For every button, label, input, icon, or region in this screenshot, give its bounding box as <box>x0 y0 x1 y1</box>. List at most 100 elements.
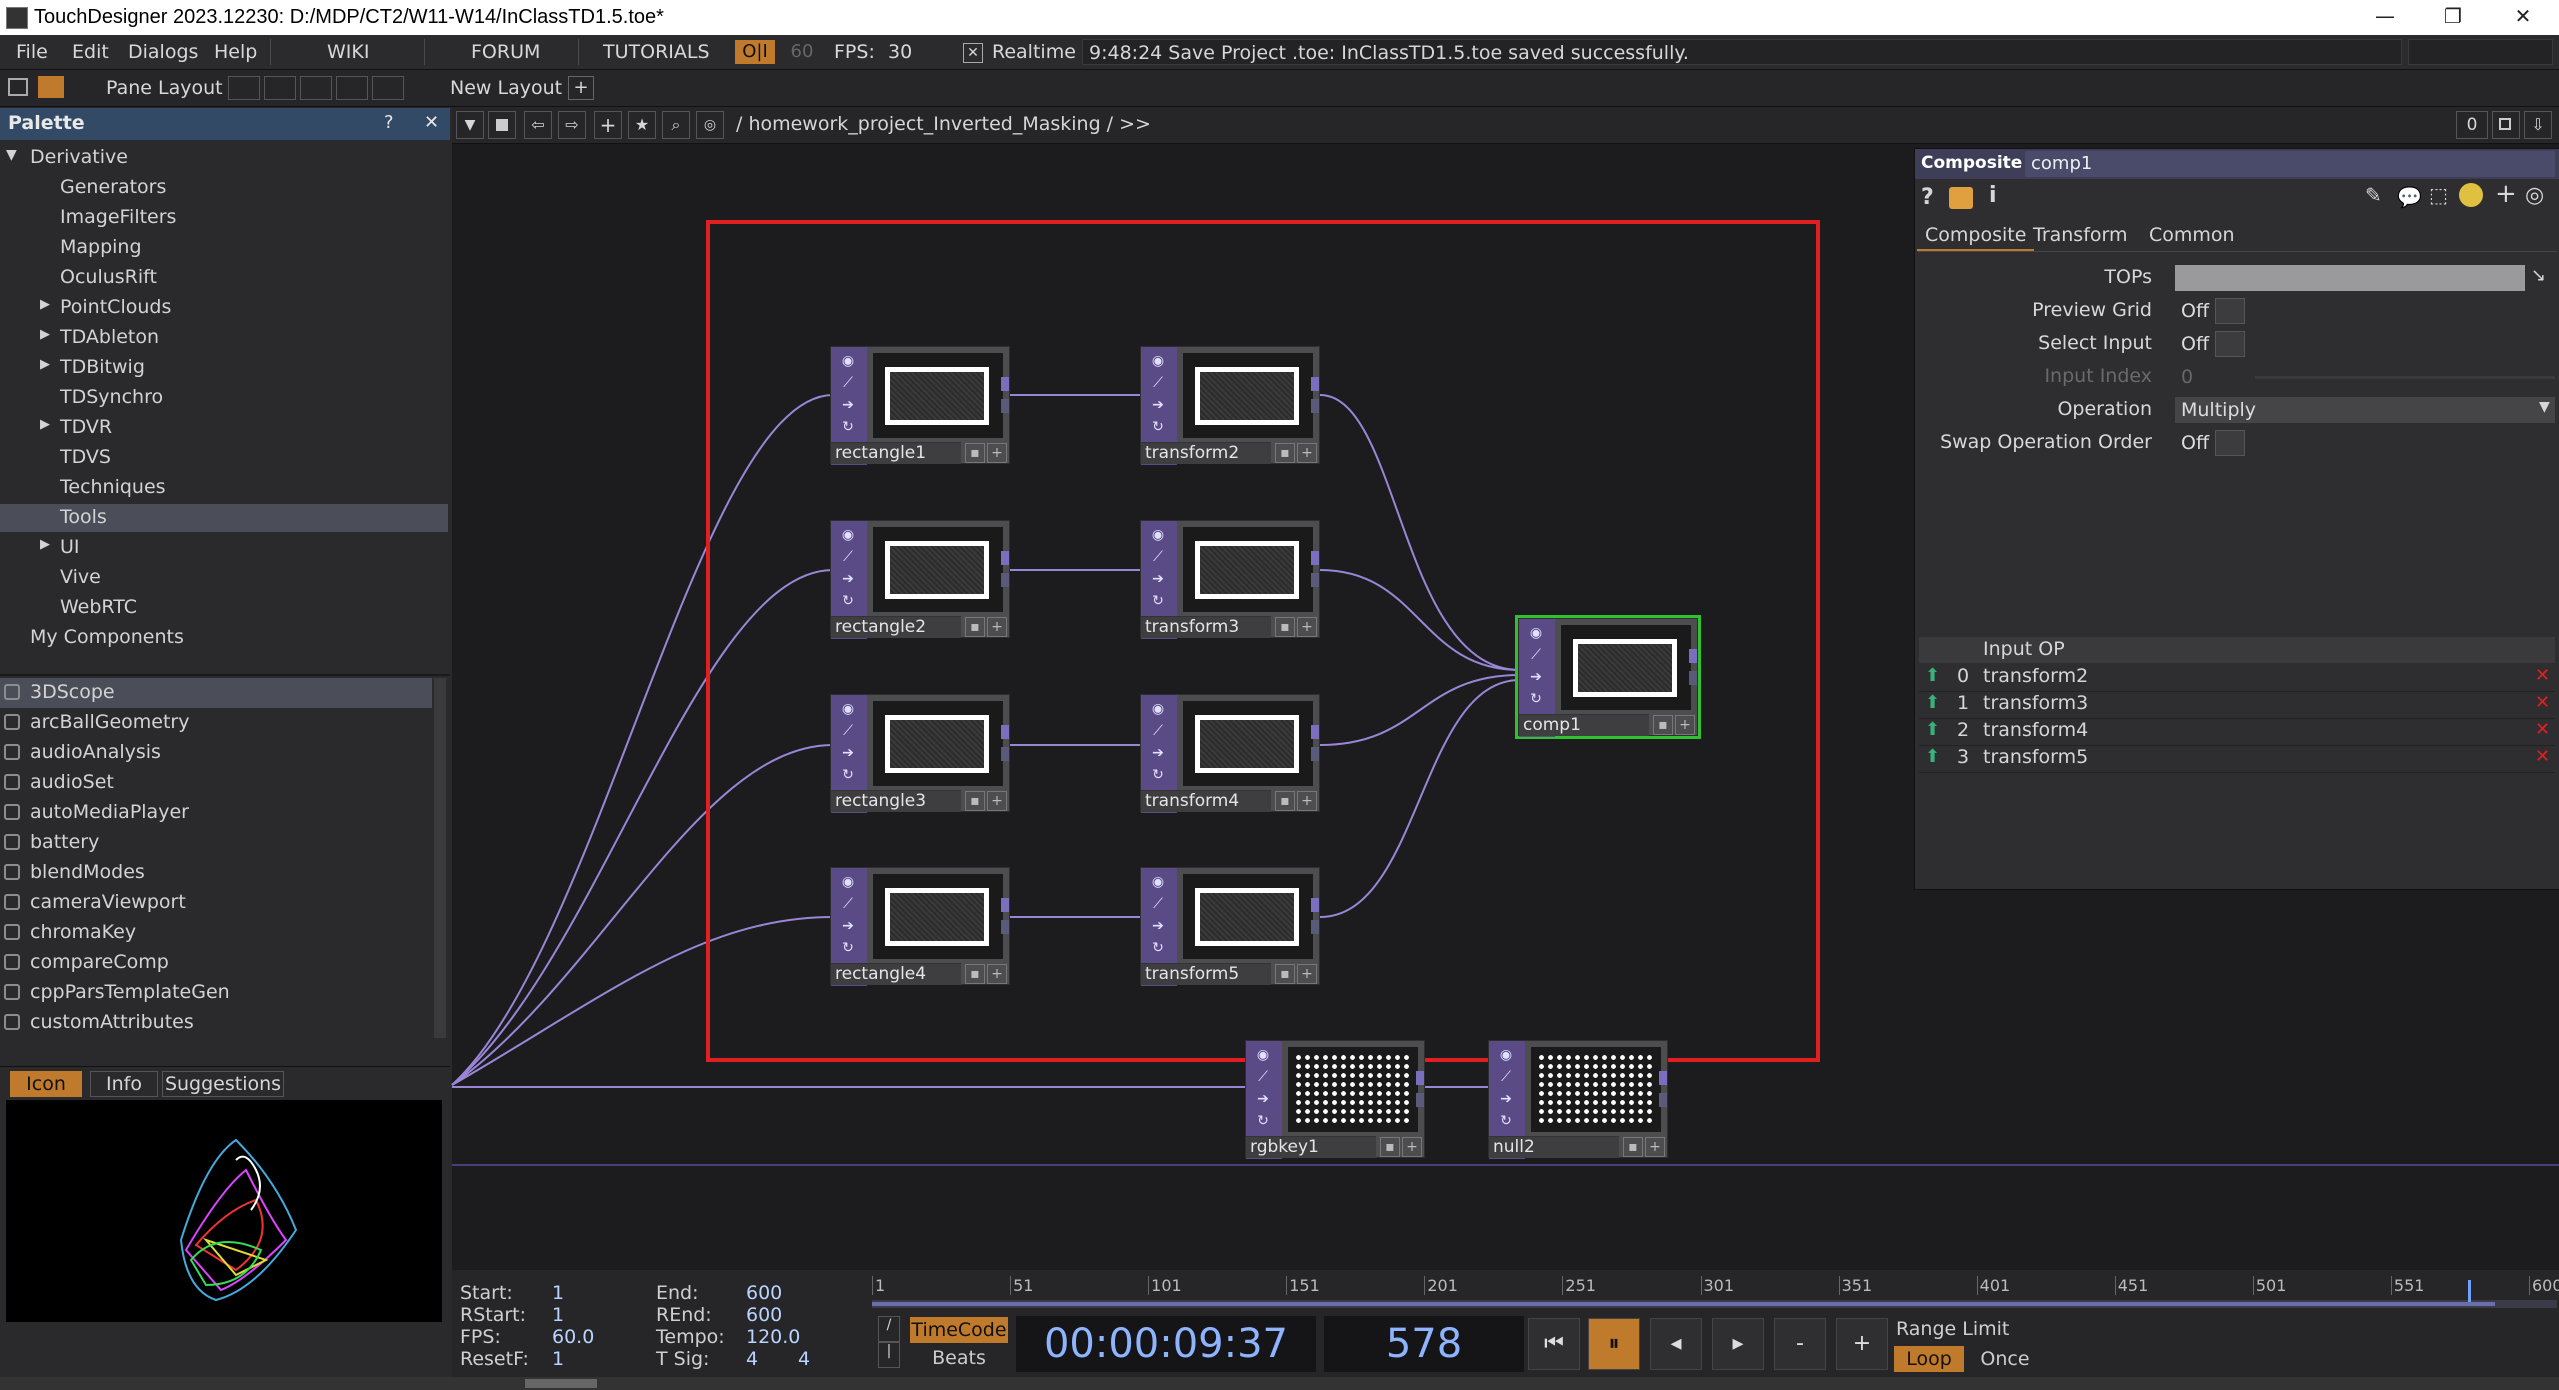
node-rectangle4[interactable]: ◉ ⟋ ➔ ↻ rectangle4 ▪ + <box>830 867 1010 986</box>
node-rectangle1[interactable]: ◉ ⟋ ➔ ↻ rectangle1 ▪ + <box>830 346 1010 465</box>
node-transform2[interactable]: ◉ ⟋ ➔ ↻ transform2 ▪ + <box>1140 346 1320 465</box>
timeline-ruler[interactable]: 1 51 101 151 201 251 301 351 401 451 501 551 600 <box>872 1272 2559 1310</box>
cook-flag-icon[interactable]: ↻ <box>1147 765 1169 785</box>
node-clone-icon[interactable]: ▪ <box>965 443 985 463</box>
bypass-flag-icon[interactable]: ⟋ <box>1147 373 1169 393</box>
node-clone-icon[interactable]: ▪ <box>1653 715 1673 735</box>
move-up-icon[interactable]: ⬆ <box>1925 719 1940 740</box>
display-flag-icon[interactable]: ➔ <box>837 395 859 415</box>
op-help-icon[interactable]: ? <box>1921 185 1934 210</box>
timeline-slash-icon[interactable]: / <box>878 1316 900 1342</box>
output-connector[interactable] <box>1001 725 1009 739</box>
viewer-flag-icon[interactable]: ◉ <box>837 872 859 892</box>
move-up-icon[interactable]: ⬆ <box>1925 692 1940 713</box>
output-connector[interactable] <box>1311 377 1319 391</box>
node-transform4[interactable]: ◉ ⟋ ➔ ↻ transform4 ▪ + <box>1140 694 1320 813</box>
delete-input-icon[interactable]: ✕ <box>2535 692 2550 713</box>
bypass-flag-icon[interactable]: ⟋ <box>1525 645 1547 665</box>
cook-flag-icon[interactable]: ↻ <box>1495 1111 1517 1131</box>
node-add-icon[interactable]: + <box>1675 715 1695 735</box>
param-value[interactable]: Off <box>2175 298 2213 324</box>
node-rgbkey1[interactable]: ◉ ⟋ ➔ ↻ rgbkey1 ▪ + <box>1245 1040 1425 1159</box>
output-connector-secondary[interactable] <box>1001 920 1009 934</box>
output-connector-secondary[interactable] <box>1311 573 1319 587</box>
toggle-box[interactable] <box>2215 430 2245 456</box>
bypass-flag-icon[interactable]: ⟋ <box>837 894 859 914</box>
viewer-flag-icon[interactable]: ◉ <box>1147 351 1169 371</box>
loop-button[interactable]: Loop <box>1894 1346 1964 1372</box>
increment-icon[interactable]: + <box>1836 1318 1888 1370</box>
input-op-name[interactable]: transform3 <box>1983 692 2088 714</box>
dropdown-arrow-icon[interactable]: ▼ <box>2539 399 2550 415</box>
bypass-flag-icon[interactable]: ⟋ <box>1147 721 1169 741</box>
bypass-flag-icon[interactable]: ⟋ <box>1495 1067 1517 1087</box>
output-connector[interactable] <box>1689 649 1697 663</box>
node-clone-icon[interactable]: ▪ <box>1275 964 1295 984</box>
move-up-icon[interactable]: ⬆ <box>1925 665 1940 686</box>
cook-flag-icon[interactable]: ↻ <box>1147 417 1169 437</box>
output-connector-secondary[interactable] <box>1689 671 1697 685</box>
bypass-flag-icon[interactable]: ⟋ <box>1147 894 1169 914</box>
fps-time-value[interactable]: 60.0 <box>552 1326 594 1348</box>
node-name[interactable]: rectangle4 <box>831 963 961 985</box>
resetf-value[interactable]: 1 <box>552 1348 564 1370</box>
rewind-icon[interactable]: ⏮ <box>1528 1318 1580 1370</box>
display-flag-icon[interactable]: ➔ <box>837 569 859 589</box>
timeline-playhead[interactable] <box>2467 1280 2471 1302</box>
node-comp1[interactable]: ◉ ⟋ ➔ ↻ comp1 ▪ + <box>1515 615 1701 739</box>
output-connector[interactable] <box>1311 725 1319 739</box>
tab-beats[interactable]: Beats <box>910 1345 1008 1371</box>
cook-flag-icon[interactable]: ↻ <box>837 417 859 437</box>
cook-flag-icon[interactable]: ↻ <box>837 938 859 958</box>
display-flag-icon[interactable]: ➔ <box>1147 395 1169 415</box>
cook-flag-icon[interactable]: ↻ <box>1147 591 1169 611</box>
node-add-icon[interactable]: + <box>1297 443 1317 463</box>
node-name[interactable]: rectangle3 <box>831 790 961 812</box>
pause-icon[interactable]: ⏸ <box>1588 1318 1640 1370</box>
delete-input-icon[interactable]: ✕ <box>2535 719 2550 740</box>
display-flag-icon[interactable]: ➔ <box>837 743 859 763</box>
node-clone-icon[interactable]: ▪ <box>1623 1137 1643 1157</box>
output-connector-secondary[interactable] <box>1311 747 1319 761</box>
param-value[interactable] <box>2175 265 2525 291</box>
param-value[interactable]: Multiply <box>2175 397 2555 423</box>
timeline-bar-icon[interactable]: | <box>878 1342 900 1368</box>
viewer-flag-icon[interactable]: ◉ <box>1495 1045 1517 1065</box>
tab-transform[interactable]: Transform <box>2033 221 2128 249</box>
bypass-flag-icon[interactable]: ⟋ <box>837 373 859 393</box>
tsig-denominator[interactable]: 4 <box>798 1348 810 1370</box>
node-clone-icon[interactable]: ▪ <box>965 791 985 811</box>
param-value[interactable]: Off <box>2175 430 2213 456</box>
display-flag-icon[interactable]: ➔ <box>1147 916 1169 936</box>
tab-timecode[interactable]: TimeCode <box>910 1317 1008 1343</box>
cook-flag-icon[interactable]: ↻ <box>1252 1111 1274 1131</box>
node-add-icon[interactable]: + <box>1402 1137 1422 1157</box>
tab-common[interactable]: Common <box>2149 221 2235 249</box>
node-name[interactable]: rgbkey1 <box>1246 1136 1376 1158</box>
node-name[interactable]: comp1 <box>1519 714 1649 736</box>
display-flag-icon[interactable]: ➔ <box>1252 1089 1274 1109</box>
node-add-icon[interactable]: + <box>987 791 1007 811</box>
output-connector-secondary[interactable] <box>1311 399 1319 413</box>
input-op-name[interactable]: transform4 <box>1983 719 2088 741</box>
node-name[interactable]: transform2 <box>1141 442 1271 464</box>
rstart-value[interactable]: 1 <box>552 1304 564 1326</box>
viewer-flag-icon[interactable]: ◉ <box>837 699 859 719</box>
bypass-flag-icon[interactable]: ⟋ <box>837 547 859 567</box>
node-name[interactable]: null2 <box>1489 1136 1619 1158</box>
input-op-name[interactable]: transform2 <box>1983 665 2088 687</box>
output-connector-secondary[interactable] <box>1001 399 1009 413</box>
display-flag-icon[interactable]: ➔ <box>837 916 859 936</box>
decrement-icon[interactable]: - <box>1774 1318 1826 1370</box>
input-index-slider[interactable] <box>2255 376 2555 379</box>
delete-input-icon[interactable]: ✕ <box>2535 746 2550 767</box>
node-transform5[interactable]: ◉ ⟋ ➔ ↻ transform5 ▪ + <box>1140 867 1320 986</box>
timecode-display[interactable]: 00:00:09:37 <box>1016 1316 1316 1372</box>
cook-flag-icon[interactable]: ↻ <box>837 765 859 785</box>
output-connector[interactable] <box>1001 898 1009 912</box>
start-value[interactable]: 1 <box>552 1282 564 1304</box>
display-flag-icon[interactable]: ➔ <box>1147 569 1169 589</box>
node-add-icon[interactable]: + <box>1297 617 1317 637</box>
delete-input-icon[interactable]: ✕ <box>2535 665 2550 686</box>
viewer-flag-icon[interactable]: ◉ <box>1525 623 1547 643</box>
